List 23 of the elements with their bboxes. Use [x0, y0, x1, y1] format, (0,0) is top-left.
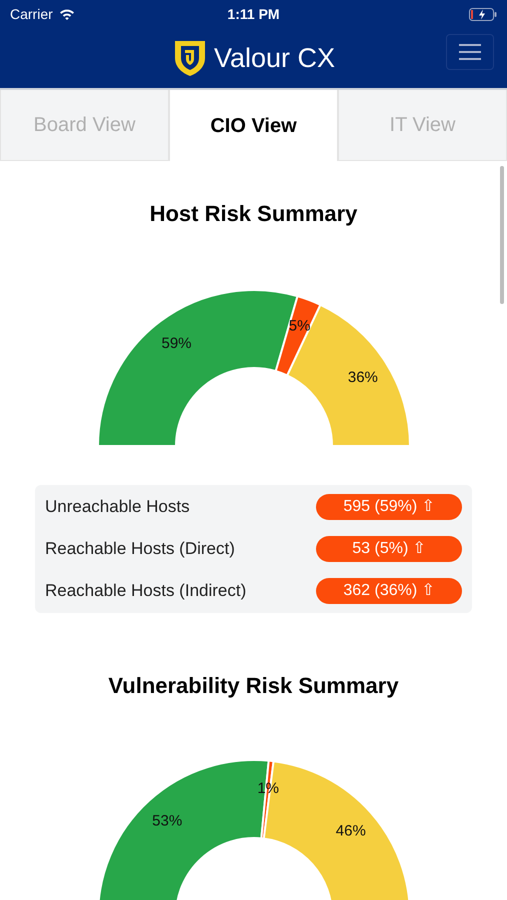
app-title: Valour CX — [214, 42, 336, 75]
host-label: Unreachable Hosts — [45, 496, 190, 518]
percent-label: 36% — [347, 368, 378, 386]
count-badge: 595 (59%) ⇧ — [316, 494, 462, 520]
tab[interactable]: CIO View — [169, 90, 338, 161]
count-badge: 53 (5%) ⇧ — [316, 536, 462, 562]
tab[interactable]: IT View — [338, 90, 507, 161]
count-badge: 362 (36%) ⇧ — [316, 578, 462, 604]
tab[interactable]: Board View — [0, 90, 169, 161]
percent-label: 46% — [335, 822, 366, 840]
host-label: Reachable Hosts (Direct) — [45, 538, 235, 560]
carrier-label: Carrier — [10, 4, 53, 24]
percent-label: 1% — [256, 780, 279, 797]
battery-icon — [469, 8, 497, 20]
menu-icon — [459, 44, 481, 60]
menu-button[interactable] — [446, 34, 494, 70]
host-label: Reachable Hosts (Indirect) — [45, 580, 246, 602]
percent-label: 59% — [160, 334, 192, 352]
wifi-icon — [58, 8, 75, 20]
clock-time: 1:11 PM — [227, 4, 280, 24]
section-title: Vulnerability Risk Summary — [108, 672, 399, 700]
section-title: Host Risk Summary — [150, 200, 358, 228]
percent-label: 53% — [152, 812, 182, 830]
